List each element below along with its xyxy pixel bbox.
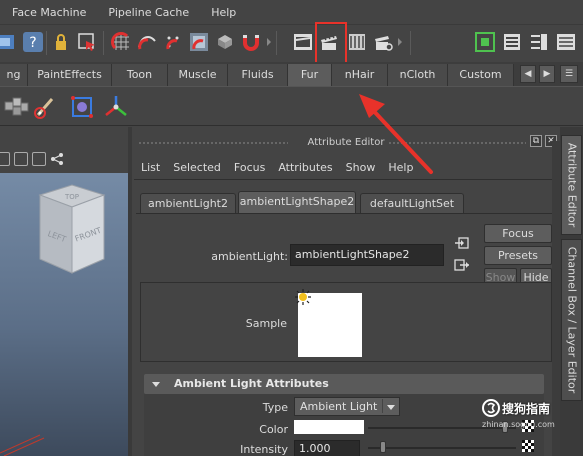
render-region-icon[interactable]: [0, 31, 22, 53]
attribute-editor-title: Attribute Editor: [307, 137, 385, 148]
float-panel-icon[interactable]: ⧉: [530, 135, 542, 147]
snap-point-icon[interactable]: [162, 31, 184, 53]
attribute-editor-toggle-icon[interactable]: [501, 31, 523, 53]
divider: [134, 179, 558, 180]
channel-toggle-icon[interactable]: [474, 31, 496, 53]
annotation-arrow-icon: [359, 94, 433, 174]
watermark: 搜狗指南 zhinan.sogou.com: [480, 397, 580, 437]
viewport-layout-icon[interactable]: [0, 152, 10, 166]
presets-button[interactable]: Presets: [484, 246, 552, 265]
shelf-scroll-right-icon[interactable]: ▶: [539, 65, 555, 83]
tool-settings-toggle-icon[interactable]: [528, 31, 550, 53]
intensity-slider-track[interactable]: [368, 447, 516, 449]
cube-face-top: TOP: [64, 193, 79, 201]
attribute-editor-menu: List Selected Focus Attributes Show Help: [132, 157, 560, 177]
tab-attribute-editor[interactable]: Attribute Editor: [561, 135, 582, 235]
intensity-slider-handle[interactable]: [380, 441, 386, 453]
watermark-text: 搜狗指南: [502, 402, 551, 416]
svg-text:?: ?: [29, 35, 36, 51]
render-view-icon[interactable]: [292, 31, 314, 53]
shelf-menu-icon[interactable]: ☰: [560, 65, 578, 83]
sogou-logo-icon: [482, 399, 500, 417]
cube-cluster-icon[interactable]: [2, 93, 30, 121]
menu-pipeline-cache[interactable]: Pipeline Cache: [108, 6, 189, 19]
shelf-tab-ncloth[interactable]: nCloth: [388, 64, 448, 86]
shelf: [0, 86, 583, 126]
status-line-toolbar: ?: [0, 24, 583, 60]
snap-live-icon[interactable]: [214, 31, 236, 53]
ipr-render-icon[interactable]: [346, 31, 368, 53]
shelf-tab-fur[interactable]: Fur: [288, 64, 332, 86]
menu-face-machine[interactable]: Face Machine: [12, 6, 86, 19]
shelf-tab-bar: ng PaintEffects Toon Muscle Fluids Fur n…: [0, 62, 583, 86]
select-snap-icon[interactable]: [76, 31, 98, 53]
light-type-value: Ambient Light: [300, 400, 378, 413]
ambient-light-attributes-header[interactable]: Ambient Light Attributes: [144, 374, 544, 394]
shelf-tab-nhair[interactable]: nHair: [332, 64, 388, 86]
viewport-four-icon[interactable]: [32, 152, 46, 166]
light-type-dropdown[interactable]: Ambient Light: [294, 397, 400, 416]
menu-attributes[interactable]: Attributes: [278, 161, 332, 174]
paint-brush-icon[interactable]: [32, 93, 60, 121]
view-cube-icon[interactable]: TOP LEFT FRONT: [0, 173, 128, 456]
section-title: Ambient Light Attributes: [174, 377, 329, 390]
color-swatch[interactable]: [294, 420, 364, 434]
snap-view-icon[interactable]: [188, 31, 210, 53]
menu-focus[interactable]: Focus: [234, 161, 265, 174]
shelf-tab-toon[interactable]: Toon: [112, 64, 168, 86]
layer-editor-toggle-icon[interactable]: [555, 31, 577, 53]
tab-channel-box-label: Channel Box / Layer Editor: [565, 246, 578, 394]
snap-curve-icon[interactable]: [136, 31, 158, 53]
tab-ambientlight2[interactable]: ambientLight2: [140, 193, 236, 213]
color-label: Color: [259, 423, 288, 436]
watermark-url: zhinan.sogou.com: [482, 420, 555, 429]
shelf-tab-muscle[interactable]: Muscle: [168, 64, 228, 86]
map-button-icon[interactable]: [522, 440, 534, 452]
viewport-single-icon[interactable]: [14, 152, 28, 166]
node-name-field[interactable]: ambientLightShape2: [290, 244, 444, 266]
tab-attribute-editor-label: Attribute Editor: [565, 142, 578, 228]
input-connection-icon[interactable]: [454, 236, 470, 250]
menu-bar: Face Machine Pipeline Cache Help: [0, 0, 583, 24]
sample-swatch-frame: Sample: [140, 282, 552, 362]
viewport-panel: TOP LEFT FRONT: [0, 127, 128, 456]
sun-icon: [295, 289, 311, 305]
shelf-tab-painteffects[interactable]: PaintEffects: [28, 64, 112, 86]
help-icon[interactable]: ?: [22, 31, 44, 53]
magnet-icon[interactable]: [240, 31, 262, 53]
snap-grid-icon[interactable]: [110, 31, 132, 53]
shelf-scroll-left-icon[interactable]: ◀: [520, 65, 536, 83]
output-connection-icon[interactable]: [454, 258, 470, 272]
render-settings-icon[interactable]: [372, 31, 394, 53]
menu-list[interactable]: List: [141, 161, 160, 174]
collapse-arrow-icon[interactable]: [152, 382, 160, 387]
shelf-tab-fluids[interactable]: Fluids: [228, 64, 288, 86]
fur-attribute-icon[interactable]: [68, 93, 96, 121]
move-manipulator-icon[interactable]: [102, 93, 130, 121]
tab-channel-box-layer-editor[interactable]: Channel Box / Layer Editor: [561, 239, 582, 401]
shelf-tab-rendering[interactable]: ng: [0, 64, 28, 86]
type-label: Type: [262, 401, 288, 414]
focus-button[interactable]: Focus: [484, 224, 552, 243]
share-icon[interactable]: [50, 152, 64, 166]
perspective-viewport[interactable]: TOP LEFT FRONT: [0, 173, 128, 456]
menu-selected[interactable]: Selected: [173, 161, 221, 174]
menu-help[interactable]: Help: [211, 6, 236, 19]
maya-window: Face Machine Pipeline Cache Help ? ng Pa…: [0, 0, 583, 456]
viewport-toolbar: [0, 149, 128, 171]
tab-ambientlightshape2[interactable]: ambientLightShape2: [238, 191, 356, 213]
chevron-down-icon: [382, 399, 396, 413]
sample-label: Sample: [245, 317, 287, 330]
tab-defaultlightset[interactable]: defaultLightSet: [360, 193, 464, 213]
intensity-field[interactable]: 1.000: [294, 440, 360, 456]
node-type-label: ambientLight:: [211, 250, 288, 263]
lock-icon[interactable]: [50, 31, 72, 53]
intensity-label: Intensity: [240, 443, 288, 456]
shelf-tab-custom[interactable]: Custom: [448, 64, 514, 86]
